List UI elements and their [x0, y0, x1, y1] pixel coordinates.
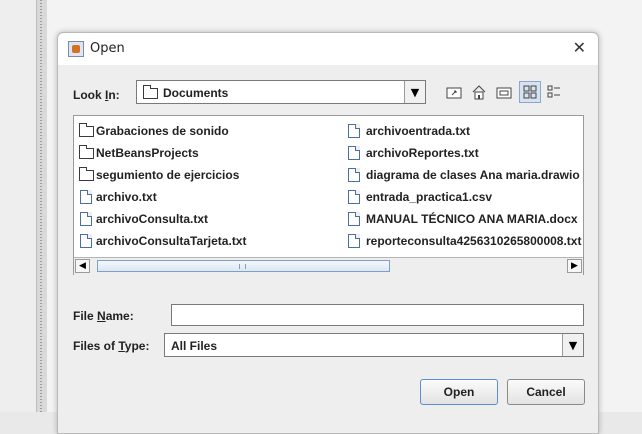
home-icon[interactable]	[468, 81, 490, 103]
close-icon[interactable]: ✕	[573, 39, 586, 57]
file-icon	[348, 234, 360, 248]
list-item[interactable]: archivoentrada.txt	[344, 122, 585, 140]
title-bar[interactable]: Open ✕	[58, 33, 598, 65]
scroll-left-icon[interactable]: ◀	[75, 259, 90, 273]
scrollbar-thumb[interactable]	[97, 260, 390, 272]
up-one-level-icon[interactable]	[443, 81, 465, 103]
look-in-value: Documents	[163, 86, 229, 100]
folder-icon	[79, 167, 94, 181]
dialog-title: Open	[90, 41, 125, 56]
list-item[interactable]: reporteconsulta4256310265800008.txt	[344, 232, 585, 250]
file-list[interactable]: Grabaciones de sonido NetBeansProjects s…	[73, 115, 584, 275]
open-dialog: Open ✕ Look In: Documents ▼ Grabaciones …	[57, 32, 599, 434]
open-button[interactable]: Open	[420, 379, 498, 405]
file-name-field[interactable]	[171, 304, 584, 326]
file-icon	[80, 212, 92, 226]
cancel-button[interactable]: Cancel	[507, 379, 585, 405]
list-view-icon[interactable]	[519, 81, 541, 103]
files-of-type-combo[interactable]: All Files ▼	[164, 333, 584, 357]
chevron-down-icon[interactable]: ▼	[404, 81, 425, 103]
file-icon	[348, 212, 360, 226]
look-in-label: Look In:	[73, 88, 120, 102]
file-icon	[80, 190, 92, 204]
list-item[interactable]: diagrama de clases Ana maria.drawio	[344, 166, 585, 184]
folder-icon	[143, 85, 158, 99]
folder-icon	[79, 123, 94, 137]
java-cup-icon	[68, 41, 84, 57]
list-item[interactable]: archivoReportes.txt	[344, 144, 585, 162]
file-name-label: File Name:	[73, 309, 134, 323]
list-item[interactable]: MANUAL TÉCNICO ANA MARIA.docx	[344, 210, 585, 228]
file-icon	[80, 234, 92, 248]
list-item[interactable]: entrada_practica1.csv	[344, 188, 585, 206]
chevron-down-icon[interactable]: ▼	[562, 334, 583, 356]
file-icon	[348, 124, 360, 138]
files-of-type-label: Files of Type:	[73, 339, 150, 353]
new-folder-icon[interactable]	[493, 81, 515, 103]
files-of-type-value: All Files	[171, 339, 218, 353]
horizontal-scrollbar[interactable]: ◀ ▶	[74, 257, 583, 275]
file-icon	[348, 168, 360, 182]
file-icon	[348, 146, 360, 160]
file-icon	[348, 190, 360, 204]
scroll-right-icon[interactable]: ▶	[567, 259, 582, 273]
look-in-combo[interactable]: Documents ▼	[136, 80, 426, 104]
background-panel	[0, 0, 36, 412]
details-view-icon[interactable]	[543, 81, 565, 103]
folder-icon	[79, 145, 94, 159]
